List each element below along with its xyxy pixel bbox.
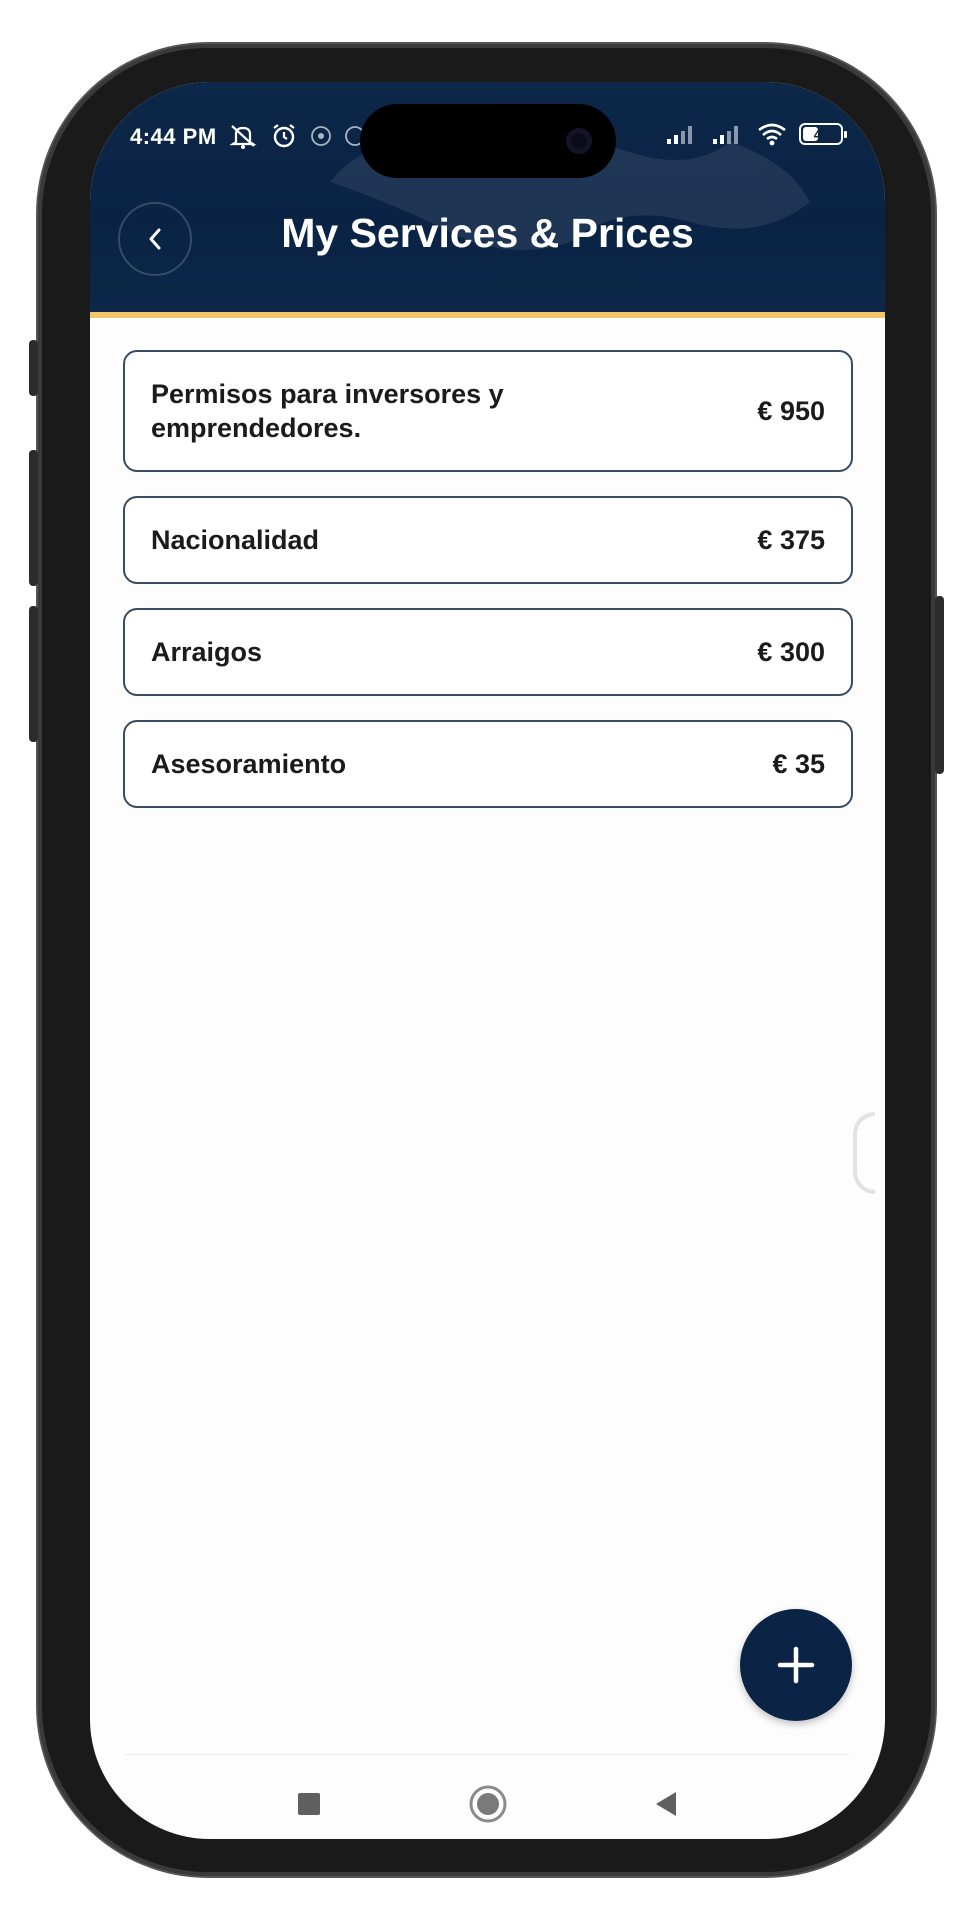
square-icon bbox=[298, 1793, 320, 1815]
service-card[interactable]: Permisos para inversores y emprendedores… bbox=[123, 350, 853, 472]
nav-back-button[interactable] bbox=[644, 1782, 688, 1826]
alarm-clock-icon bbox=[273, 124, 295, 148]
status-icons-left bbox=[228, 122, 366, 150]
volume-down-button bbox=[29, 606, 38, 742]
nav-recents-button[interactable] bbox=[287, 1782, 331, 1826]
plus-icon bbox=[777, 1646, 815, 1684]
status-time: 4:44 PM bbox=[130, 124, 217, 149]
app-header: 4:44 PM 42 My Services & Prices bbox=[90, 82, 885, 318]
service-price: € 375 bbox=[757, 524, 825, 555]
edge-swipe-handle[interactable] bbox=[853, 1112, 875, 1194]
service-name: Asesoramiento bbox=[151, 749, 347, 779]
power-button bbox=[935, 596, 944, 774]
signal-icon-2 bbox=[713, 126, 738, 144]
front-camera bbox=[566, 128, 592, 154]
nav-divider bbox=[125, 1754, 850, 1755]
bell-off-icon bbox=[229, 125, 257, 149]
system-nav-bar bbox=[90, 1772, 885, 1832]
circle-icon bbox=[469, 1785, 507, 1823]
page-title: My Services & Prices bbox=[281, 210, 694, 256]
service-name: Arraigos bbox=[151, 637, 263, 667]
service-name: Nacionalidad bbox=[151, 525, 320, 555]
service-card[interactable]: Nacionalidad € 375 bbox=[123, 496, 853, 584]
app-notification-icon bbox=[311, 126, 331, 146]
nav-home-button[interactable] bbox=[466, 1782, 510, 1826]
app-screen: 4:44 PM 42 My Services & Prices Permisos… bbox=[90, 82, 885, 1839]
service-price: € 300 bbox=[757, 636, 825, 667]
services-list: Permisos para inversores y emprendedores… bbox=[123, 350, 853, 832]
signal-icon bbox=[667, 126, 692, 144]
wifi-icon bbox=[758, 123, 786, 146]
service-name: Permisos para inversores y emprendedores… bbox=[151, 379, 504, 443]
triangle-left-icon bbox=[656, 1792, 676, 1816]
service-card[interactable]: Asesoramiento € 35 bbox=[123, 720, 853, 808]
battery-percent: 42 bbox=[813, 126, 829, 142]
service-card[interactable]: Arraigos € 300 bbox=[123, 608, 853, 696]
volume-up-button bbox=[29, 450, 38, 586]
status-icons-right: 42 bbox=[665, 122, 847, 146]
mute-switch bbox=[29, 340, 38, 396]
service-price: € 950 bbox=[757, 395, 825, 426]
battery-icon: 42 bbox=[799, 123, 847, 145]
battery-tip bbox=[844, 131, 847, 138]
service-price: € 35 bbox=[772, 748, 825, 779]
add-service-button[interactable] bbox=[740, 1609, 852, 1721]
dynamic-island bbox=[360, 104, 616, 178]
